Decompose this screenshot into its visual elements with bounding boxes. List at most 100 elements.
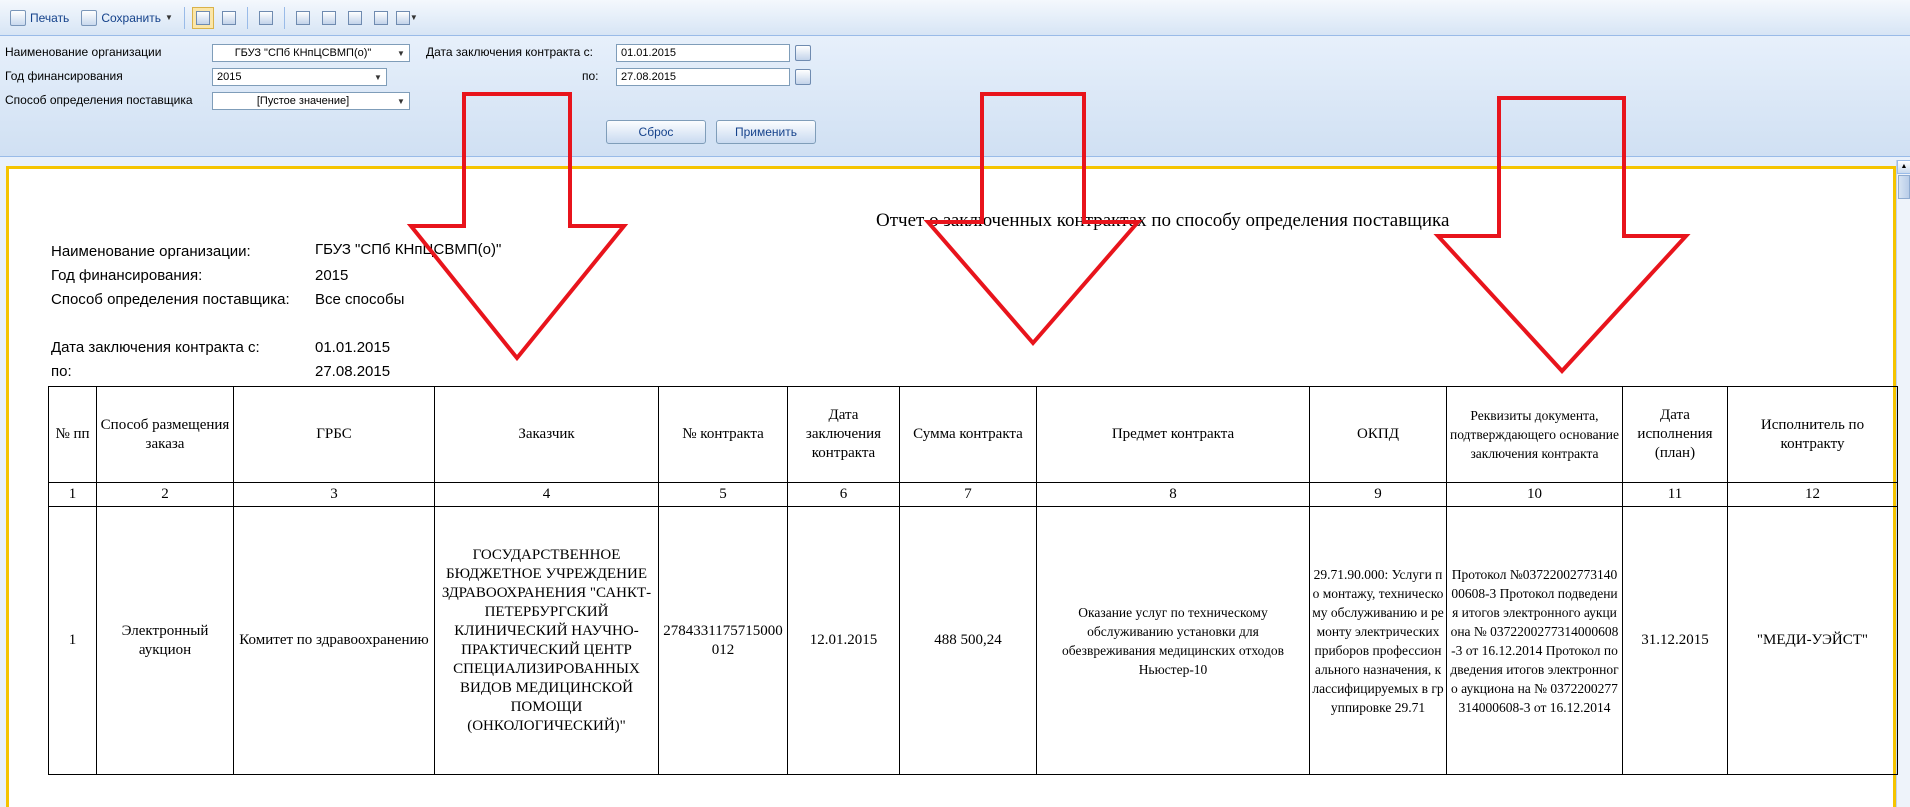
toolbar-separator	[283, 6, 285, 29]
info-year-value: 2015	[315, 267, 349, 284]
scroll-up-icon[interactable]: ▲	[1897, 160, 1910, 174]
zoom-menu-button[interactable]: ▼	[395, 7, 418, 29]
info-org-value: ГБУЗ "СПб КНпЦСВМП(о)"	[315, 241, 502, 258]
filter-panel: Наименование организации ГБУЗ "СПб КНпЦС…	[0, 36, 1910, 157]
date-to-input[interactable]: 27.08.2015	[616, 68, 790, 86]
parameters-toggle-button[interactable]	[191, 6, 214, 29]
org-select-value: ГБУЗ "СПб КНпЦСВМП(о)"	[234, 47, 372, 59]
org-select[interactable]: ГБУЗ "СПб КНпЦСВМП(о)" ▼	[212, 44, 410, 62]
info-date-to-label: по:	[51, 363, 72, 380]
column-number: 11	[1622, 482, 1728, 507]
cell-contract-date: 12.01.2015	[787, 506, 900, 775]
vertical-scrollbar[interactable]: ▲	[1896, 160, 1910, 807]
chevron-down-icon: ▼	[409, 13, 418, 22]
cell-okpd: 29.71.90.000: Услуги по монтажу, техниче…	[1309, 506, 1447, 775]
column-header: Сумма контракта	[899, 386, 1037, 483]
date-from-filter-label: Дата заключения контракта с:	[426, 45, 593, 59]
column-number: 1	[48, 482, 97, 507]
document-outline-button[interactable]	[218, 7, 240, 29]
info-date-to-value: 27.08.2015	[315, 363, 391, 380]
year-select[interactable]: 2015 ▼	[212, 68, 387, 86]
column-header: № контракта	[658, 386, 788, 483]
scrollbar-thumb[interactable]	[1898, 175, 1910, 199]
page-setup-icon	[373, 10, 388, 25]
save-label: Сохранить	[101, 10, 161, 25]
info-date-from-label: Дата заключения контракта с:	[51, 339, 260, 356]
cell-row-number: 1	[48, 506, 97, 775]
outline-icon	[221, 10, 236, 25]
info-method-label: Способ определения поставщика:	[51, 291, 290, 308]
view-single-page-button[interactable]	[292, 7, 314, 29]
method-select[interactable]: [Пустое значение] ▼	[212, 92, 410, 110]
column-header: Реквизиты документа, подтверждающего осн…	[1446, 386, 1623, 483]
date-from-calendar-icon[interactable]	[795, 45, 811, 61]
parameters-icon	[195, 10, 210, 25]
column-number: 3	[233, 482, 435, 507]
customer-text: ГОСУДАРСТВЕННОЕ БЮДЖЕТНОЕ УЧРЕЖДЕНИЕ ЗДР…	[441, 546, 652, 734]
reset-button[interactable]: Сброс	[606, 120, 706, 144]
save-button[interactable]: Сохранить ▼	[77, 6, 177, 30]
cell-execution-date: 31.12.2015	[1622, 506, 1728, 775]
page-setup-button[interactable]	[370, 7, 392, 29]
cell-contract-number: 2784331175715000012	[658, 506, 788, 775]
year-filter-label: Год финансирования	[5, 69, 123, 83]
column-number: 12	[1727, 482, 1898, 507]
pages-icon	[321, 10, 336, 25]
table-header-row: № пп Способ размещения заказа ГРБС Заказ…	[48, 386, 1898, 483]
column-header: Дата исполнения (план)	[1622, 386, 1728, 483]
cell-executor: "МЕДИ-УЭЙСТ"	[1727, 506, 1898, 775]
cell-contract-sum: 488 500,24	[899, 506, 1037, 775]
contracts-table: № пп Способ размещения заказа ГРБС Заказ…	[48, 386, 1898, 775]
column-header: Способ размещения заказа	[96, 386, 234, 483]
column-number: 7	[899, 482, 1037, 507]
date-from-input[interactable]: 01.01.2015	[616, 44, 790, 62]
toolbar-separator	[183, 6, 185, 29]
info-method-value: Все способы	[315, 291, 405, 308]
info-date-from-value: 01.01.2015	[315, 339, 391, 356]
info-org-label: Наименование организации:	[51, 243, 251, 260]
column-number: 6	[787, 482, 900, 507]
column-number: 8	[1036, 482, 1310, 507]
column-number: 10	[1446, 482, 1623, 507]
column-header: Исполнитель по контракту	[1727, 386, 1898, 483]
binoculars-icon	[258, 10, 273, 25]
cell-grbs: Комитет по здравоохранению	[233, 506, 435, 775]
column-number-row: 1 2 3 4 5 6 7 8 9 10 11 12	[48, 482, 1898, 507]
column-number: 9	[1309, 482, 1447, 507]
column-number: 2	[96, 482, 234, 507]
info-year-label: Год финансирования:	[51, 267, 203, 284]
documents-text: Протокол №0372200277314000608-3 Протокол…	[1450, 566, 1619, 715]
org-filter-label: Наименование организации	[5, 45, 162, 59]
method-select-value: [Пустое значение]	[256, 95, 350, 107]
floppy-disk-icon	[81, 9, 98, 26]
okpd-text: 29.71.90.000: Услуги по монтажу, техниче…	[1312, 566, 1444, 715]
chevron-down-icon: ▼	[397, 96, 405, 106]
cell-subject: Оказание услуг по техническому обслужива…	[1036, 506, 1310, 775]
date-to-calendar-icon[interactable]	[795, 69, 811, 85]
column-header: Дата заключения контракта	[787, 386, 900, 483]
column-header: Предмет контракта	[1036, 386, 1310, 483]
cell-method: Электронный аукцион	[96, 506, 234, 775]
cell-customer: ГОСУДАРСТВЕННОЕ БЮДЖЕТНОЕ УЧРЕЖДЕНИЕ ЗДР…	[434, 506, 659, 775]
method-filter-label: Способ определения поставщика	[5, 93, 193, 107]
multi-page-icon	[347, 10, 362, 25]
date-to-filter-label: по:	[582, 69, 599, 83]
column-header: Заказчик	[434, 386, 659, 483]
view-multiple-button[interactable]	[344, 7, 366, 29]
chevron-down-icon: ▼	[374, 72, 382, 82]
column-header: ГРБС	[233, 386, 435, 483]
find-button[interactable]	[255, 7, 277, 29]
column-header: ОКПД	[1309, 386, 1447, 483]
toolbar-separator	[246, 6, 248, 29]
view-continuous-button[interactable]	[318, 7, 340, 29]
print-label: Печать	[30, 10, 70, 25]
print-button[interactable]: Печать	[6, 6, 73, 30]
chevron-down-icon: ▼	[397, 48, 405, 58]
report-toolbar: Печать Сохранить ▼ ▼	[0, 0, 1910, 36]
year-select-value: 2015	[217, 71, 242, 83]
table-row: 1 Электронный аукцион Комитет по здравоо…	[48, 506, 1898, 775]
apply-button[interactable]: Применить	[716, 120, 816, 144]
page-icon	[295, 10, 310, 25]
zoom-icon	[395, 10, 410, 25]
column-header: № пп	[48, 386, 97, 483]
